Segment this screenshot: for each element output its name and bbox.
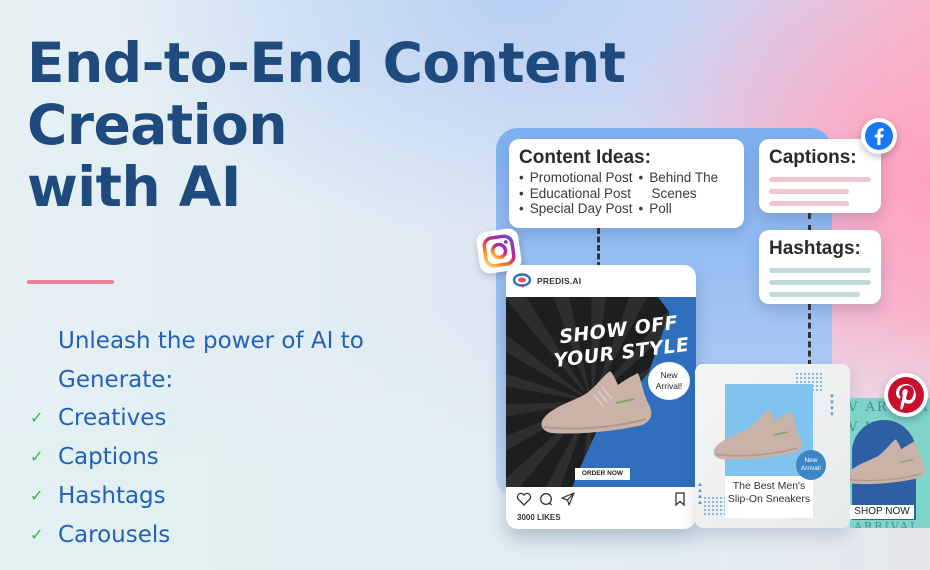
badge-text: New [804,457,818,464]
feature-label: Captions [58,443,159,470]
decorative-triangles: ▼ ▼ ▼ ▼ [829,394,835,418]
captions-card: Captions: [759,139,881,213]
post-creative-image: SHOW OFF YOUR STYLE New Arrival! ORDER N… [506,297,696,487]
heart-icon [516,492,532,506]
caption-placeholder-line [769,201,849,206]
intro-text: Unleash the power of AI to Generate: [58,322,364,400]
comment-icon [540,493,552,506]
connector-line [597,228,600,268]
feature-item: ✓ Captions [30,437,170,476]
carousel-preview: ▼ ▼ ▼ ▼ ▲ ▲ ▲ ▲ New Arrival! The Best Men's Sl… [695,364,850,528]
pinterest-icon [884,373,928,417]
feature-label: Creatives [58,404,167,431]
carousel-caption: The Best Men's Slip-On Sneakers [725,480,813,505]
badge-text: Arrival! [655,381,683,391]
title-line-1: End-to-End Content [27,31,626,95]
share-icon [561,492,575,506]
idea-item: Promotional Post [519,170,633,186]
check-icon: ✓ [30,486,44,505]
badge-text: Arrival! [800,465,822,472]
pinterest-pin-preview: V ARRIVAL V VAL SHOP NOW ARRIVAL [850,398,930,528]
caption-placeholder-line [769,189,849,194]
caption-placeholder-line [769,177,871,182]
check-icon: ✓ [30,447,44,466]
decorative-triangles: ▲ ▲ ▲ ▲ [697,482,703,506]
accent-divider [27,280,114,284]
new-arrival-badge: New Arrival! [796,450,826,480]
hashtag-placeholder-line [769,292,860,297]
new-arrival-badge: New Arrival! [648,362,690,400]
check-icon: ✓ [30,525,44,544]
intro-line-2: Generate: [58,367,174,393]
feature-item: ✓ Hashtags [30,476,170,515]
shop-now-button: SHOP NOW [850,505,914,519]
content-ideas-list: Behind The Scenes Poll [639,170,719,217]
caption-line: Slip-On Sneakers [727,492,811,505]
feature-label: Carousels [58,521,171,548]
intro-line-1: Unleash the power of AI to [58,328,364,354]
hashtags-title: Hashtags: [769,238,861,259]
hashtag-placeholder-line [769,268,871,273]
predis-logo-icon [512,273,532,288]
captions-title: Captions: [769,147,857,168]
sneaker-image [850,439,926,485]
bookmark-icon [675,492,685,506]
idea-item-continued: Scenes [651,185,697,201]
post-brand-name: PREDIS.AI [537,276,582,286]
hashtag-placeholder-line [769,280,871,285]
content-ideas-card: Content Ideas: Promotional Post Educatio… [509,139,744,228]
feature-item: ✓ Carousels [30,515,170,554]
likes-count: 3000 LIKES [517,513,561,522]
caption-line: The Best Men's [732,480,806,492]
hashtags-card: Hashtags: [759,230,881,304]
content-ideas-list: Promotional Post Educational Post Specia… [519,170,633,217]
instagram-post-preview: PREDIS.AI SHOW OFF YOUR STYLE New Arriva… [506,265,696,529]
pin-watermark: ARRIVAL [854,520,920,528]
connector-line [808,304,811,366]
sneaker-image [713,409,802,460]
sneaker-image [541,371,652,434]
feature-label: Hashtags [58,482,166,509]
feature-list: ✓ Creatives ✓ Captions ✓ Hashtags ✓ Carousel… [30,398,170,554]
idea-item: Behind The [639,170,718,186]
badge-text: New [660,370,678,380]
idea-item: Poll [639,201,719,217]
check-icon: ✓ [30,408,44,427]
idea-item: Educational Post [519,186,633,202]
idea-item: Special Day Post [519,201,633,217]
facebook-icon [861,118,897,154]
order-now-button: ORDER NOW [575,468,630,480]
content-ideas-title: Content Ideas: [519,147,651,168]
feature-item: ✓ Creatives [30,398,170,437]
connector-line [808,213,811,231]
